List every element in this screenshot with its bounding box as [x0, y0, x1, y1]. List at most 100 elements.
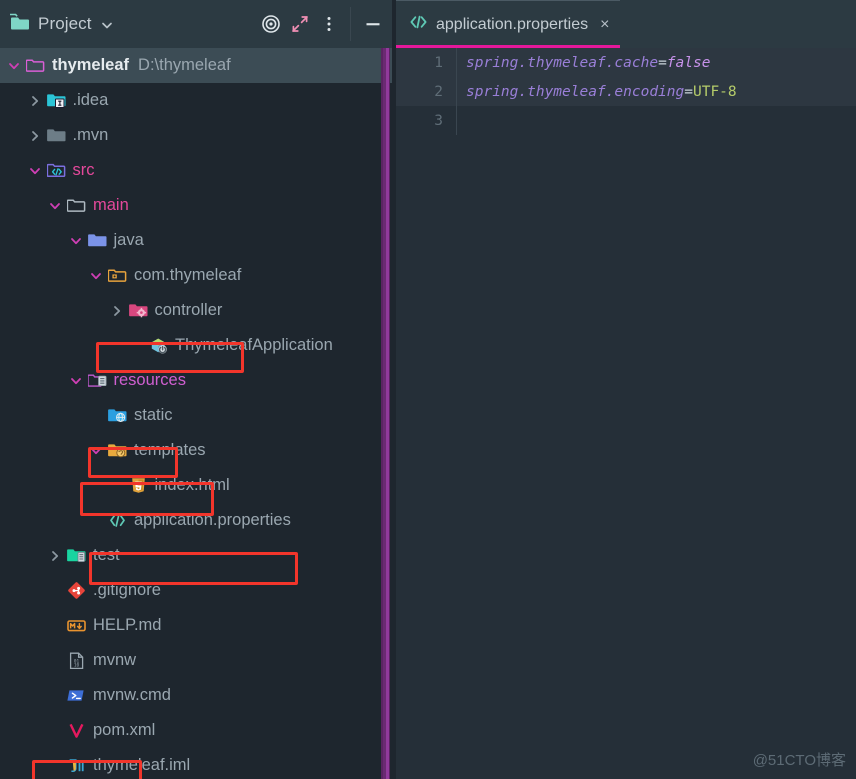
tree-row-resources[interactable]: resources	[0, 363, 396, 398]
property-key: spring.thymeleaf.encoding	[466, 83, 685, 100]
tree-row-label: resources	[113, 371, 186, 390]
chevron-down-icon[interactable]	[27, 163, 43, 179]
tree-row-label: static	[134, 406, 173, 425]
tree-row-gitignore[interactable]: .gitignore	[0, 573, 396, 608]
more-vertical-icon[interactable]	[316, 11, 342, 37]
properties-file-icon	[108, 511, 127, 530]
project-toolbar: Project	[0, 0, 396, 48]
minimize-icon[interactable]	[360, 11, 386, 37]
chevron-right-icon[interactable]	[109, 303, 125, 319]
tree-row-com-thymeleaf[interactable]: com.thymeleaf	[0, 258, 396, 293]
editor-panel: application.properties × 1 spring.thymele…	[396, 0, 856, 779]
tree-row-templates[interactable]: templates	[0, 433, 396, 468]
chevron-down-icon[interactable]	[100, 17, 114, 31]
tree-row-label: thymeleaf.iml	[93, 756, 191, 775]
tree-row-idea[interactable]: .idea	[0, 83, 396, 118]
maven-icon	[67, 721, 86, 740]
code-line-text[interactable]: spring.thymeleaf.cache = false	[456, 48, 856, 77]
tree-row-static[interactable]: static	[0, 398, 396, 433]
property-equals: =	[658, 54, 667, 71]
folder-static-web-icon	[108, 406, 127, 425]
chevron-right-icon[interactable]	[47, 548, 63, 564]
tree-row-pom-xml[interactable]: pom.xml	[0, 713, 396, 748]
folder-templates-icon	[108, 441, 127, 460]
line-number: 1	[396, 54, 456, 71]
tree-row-label: thymeleaf	[52, 56, 130, 75]
editor-tabbar: application.properties ×	[396, 0, 856, 48]
tree-row-label: java	[113, 231, 144, 250]
tree-row-test[interactable]: test	[0, 538, 396, 573]
chevron-down-icon[interactable]	[88, 443, 104, 459]
property-value: UTF-8	[692, 83, 737, 100]
tree-row-java[interactable]: java	[0, 223, 396, 258]
project-title-group[interactable]: Project	[9, 12, 114, 36]
property-key: spring.thymeleaf.cache	[466, 54, 659, 71]
tree-row-label: .gitignore	[93, 581, 161, 600]
target-icon[interactable]	[258, 11, 284, 37]
tree-row-label: com.thymeleaf	[134, 266, 242, 285]
code-line[interactable]: 3	[396, 106, 856, 135]
chevron-down-icon[interactable]	[68, 233, 84, 249]
tree-row-thymeleaf[interactable]: thymeleaf D:\thymeleaf	[0, 48, 396, 83]
project-tree[interactable]: thymeleaf D:\thymeleaf .idea .mvn src main j…	[0, 48, 396, 779]
property-value: false	[666, 54, 711, 71]
tree-row-application-properties[interactable]: application.properties	[0, 503, 396, 538]
tree-row-label: pom.xml	[93, 721, 156, 740]
line-number: 2	[396, 83, 456, 100]
editor-tab-label: application.properties	[436, 15, 589, 33]
code-editor[interactable]: 1 spring.thymeleaf.cache = false 2 spring.thy…	[396, 48, 856, 779]
tree-row-controller[interactable]: controller	[0, 293, 396, 328]
chevron-right-icon[interactable]	[27, 128, 43, 144]
tree-row-label: main	[93, 196, 129, 215]
chevron-right-icon[interactable]	[27, 93, 43, 109]
tree-row-mvnw[interactable]: 01 10 mvnw	[0, 643, 396, 678]
html5-icon	[129, 476, 148, 495]
folder-resources-icon	[87, 371, 107, 390]
code-line[interactable]: 2 spring.thymeleaf.encoding = UTF-8	[396, 77, 856, 106]
chevron-down-icon[interactable]	[6, 58, 22, 74]
project-tree-scrollbar[interactable]	[381, 48, 390, 779]
tree-row-label: .mvn	[72, 126, 109, 145]
close-icon[interactable]: ×	[600, 16, 609, 34]
tree-row-thymeleaf-iml[interactable]: thymeleaf.iml	[0, 748, 396, 779]
tree-row-label: index.html	[154, 476, 230, 495]
tree-row-label: controller	[154, 301, 223, 320]
toolbar-divider	[350, 6, 351, 41]
project-title-label: Project	[38, 13, 92, 33]
code-line[interactable]: 1 spring.thymeleaf.cache = false	[396, 48, 856, 77]
tree-row-main[interactable]: main	[0, 188, 396, 223]
chevron-down-icon[interactable]	[68, 373, 84, 389]
tree-row-label: .idea	[72, 91, 109, 110]
folder-source-root-icon	[46, 161, 66, 180]
code-line-text[interactable]	[456, 106, 856, 135]
tree-row-thymeleafapplication[interactable]: ThymeleafApplication	[0, 328, 396, 363]
tree-row-help-md[interactable]: HELP.md	[0, 608, 396, 643]
folders-icon	[9, 12, 30, 36]
tree-row-mvn[interactable]: .mvn	[0, 118, 396, 153]
watermark-label: @51CTO博客	[752, 752, 846, 769]
tree-row-index-html[interactable]: index.html	[0, 468, 396, 503]
markdown-icon	[67, 616, 86, 635]
tree-row-label: test	[93, 546, 120, 565]
folder-idea-icon	[46, 91, 66, 110]
chevron-down-icon[interactable]	[47, 198, 63, 214]
code-line-text[interactable]: spring.thymeleaf.encoding = UTF-8	[456, 77, 856, 106]
line-number: 3	[434, 112, 443, 129]
editor-tab-application-properties[interactable]: application.properties ×	[396, 1, 621, 48]
chevron-down-icon[interactable]	[88, 268, 104, 284]
folder-test-icon	[67, 546, 86, 565]
binary-file-icon: 01 10	[67, 651, 86, 670]
property-equals: =	[684, 83, 693, 100]
tree-row-label: mvnw	[93, 651, 137, 670]
tree-row-label: src	[72, 161, 95, 180]
tree-row-label: templates	[134, 441, 206, 460]
panel-divider[interactable]	[392, 0, 396, 779]
collapse-all-icon[interactable]	[287, 11, 313, 37]
git-icon	[67, 581, 86, 600]
project-path-label: D:\thymeleaf	[138, 56, 231, 74]
tree-row-mvnw-cmd[interactable]: mvnw.cmd	[0, 678, 396, 713]
tree-row-label: HELP.md	[93, 616, 162, 635]
tree-row-src[interactable]: src	[0, 153, 396, 188]
package-orange-icon	[108, 266, 127, 285]
scrollbar-thumb[interactable]	[381, 48, 390, 779]
